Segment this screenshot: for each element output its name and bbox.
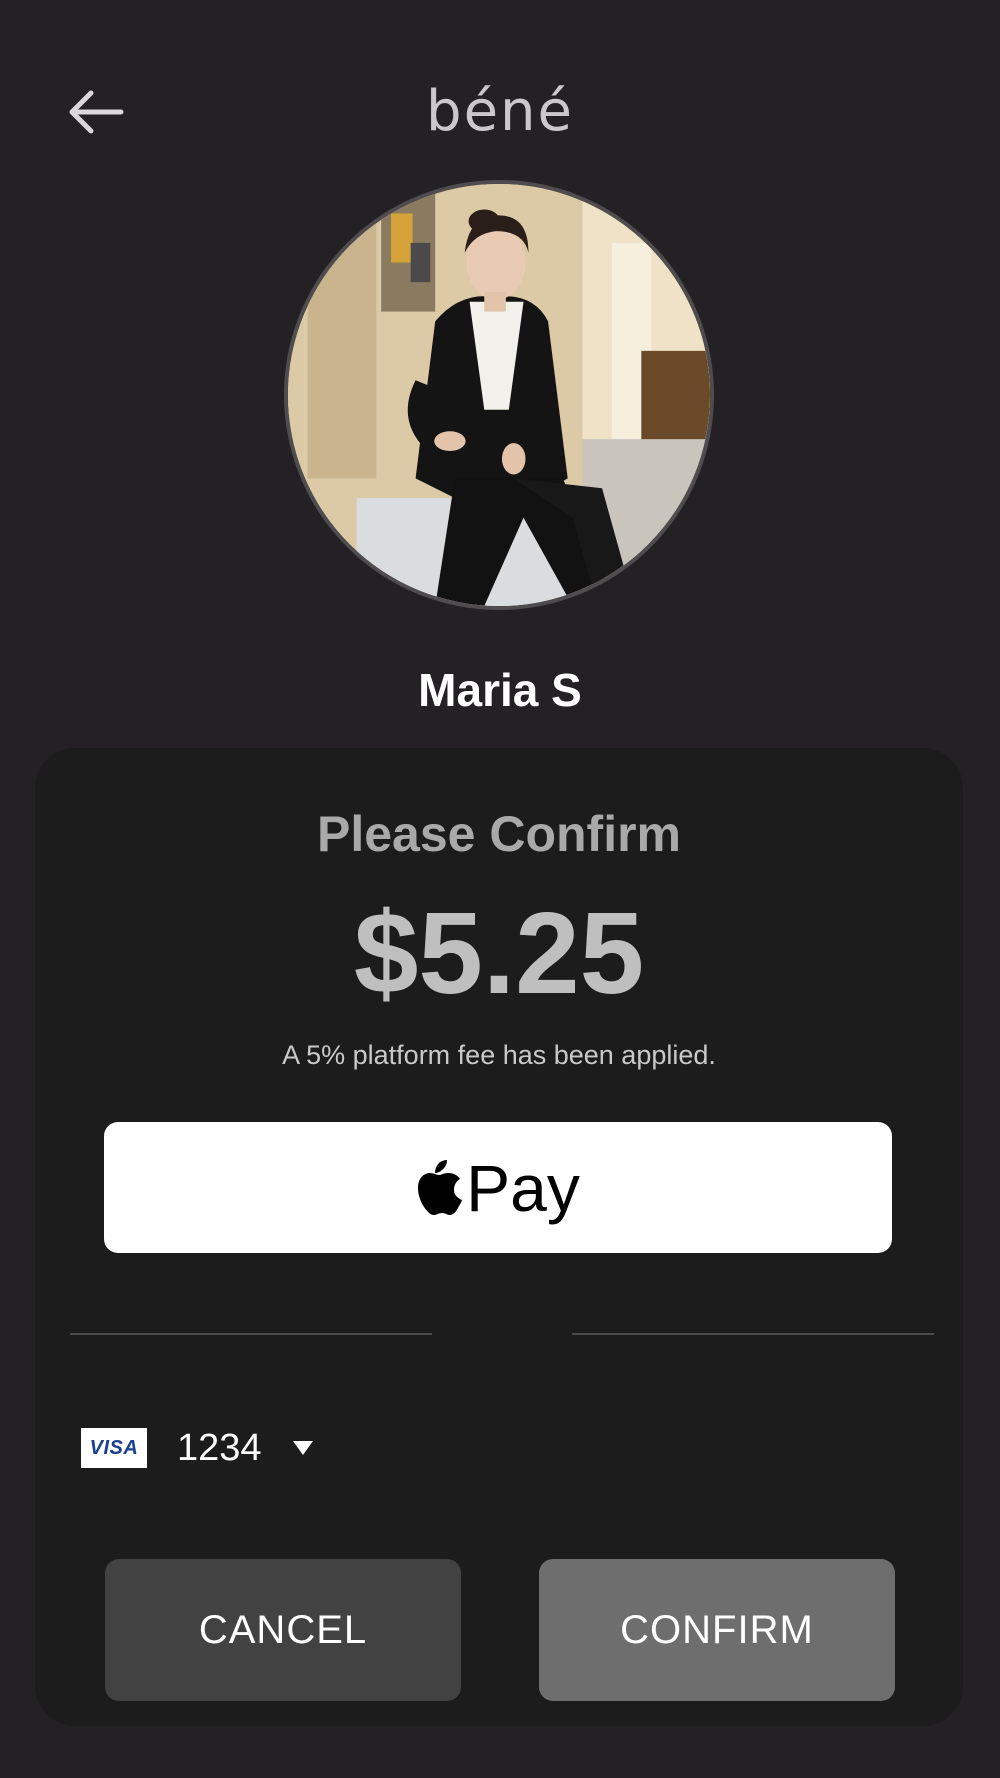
confirm-title: Please Confirm — [316, 806, 681, 862]
caret-down-icon — [292, 1440, 314, 1456]
fee-note: A 5% platform fee has been applied. — [282, 1040, 716, 1070]
divider-right — [572, 1333, 934, 1335]
avatar — [284, 180, 714, 610]
confirm-button[interactable]: CONFIRM — [539, 1559, 895, 1701]
apple-logo-icon — [418, 1159, 463, 1215]
payment-amount: $5.25 — [353, 888, 645, 1018]
profile-name: Maria S — [418, 664, 582, 716]
apple-pay-label: Pay — [466, 1150, 580, 1225]
app-logo: béné — [426, 79, 574, 144]
confirm-card: Please Confirm $5.25 A 5% platform fee h… — [35, 748, 963, 1726]
profile-photo — [288, 184, 710, 606]
visa-logo: VISA — [81, 1428, 147, 1468]
apple-pay-button[interactable]: Pay — [104, 1122, 892, 1253]
card-last4: 1234 — [177, 1427, 262, 1469]
cancel-button[interactable]: CANCEL — [105, 1559, 461, 1701]
divider-left — [70, 1333, 432, 1335]
payment-method-select[interactable]: VISA 1234 — [81, 1418, 314, 1478]
